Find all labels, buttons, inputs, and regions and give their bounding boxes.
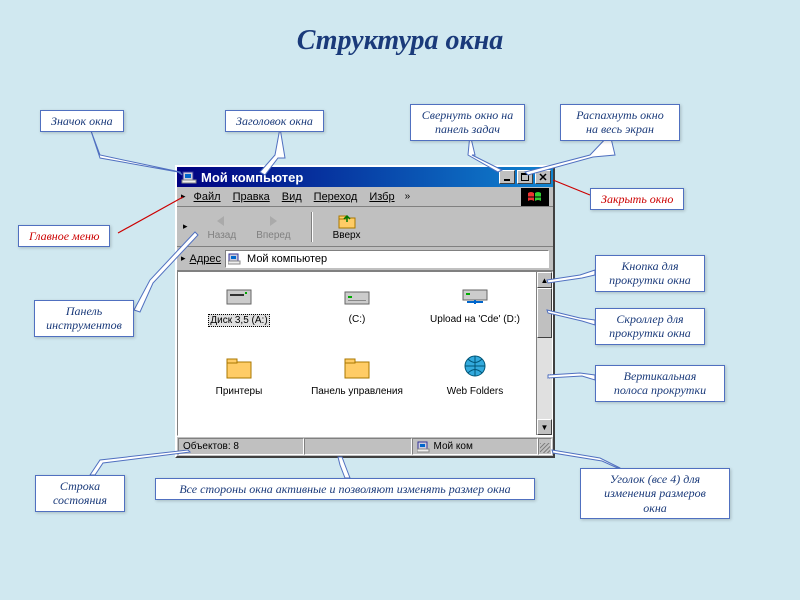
windows-logo-icon: [521, 188, 549, 206]
explorer-window: Мой компьютер ▸ Файл Правка Вид Переход …: [175, 165, 555, 458]
address-label: Адрес: [190, 253, 222, 265]
menu-go[interactable]: Переход: [308, 190, 364, 204]
content-area: Диск 3,5 (A:) (C:) Upload на 'Cde' (D:) …: [177, 271, 553, 436]
callout-scroller: Скроллер для прокрутки окна: [595, 308, 705, 345]
up-button[interactable]: Вверх: [333, 212, 361, 241]
computer-icon: [181, 169, 197, 185]
folder-icon: [341, 352, 373, 384]
page-title: Структура окна: [0, 0, 800, 57]
netdrive-icon: [459, 280, 491, 312]
folder-printers[interactable]: Принтеры: [182, 352, 296, 422]
callout-resize-corner: Уголок (все 4) для изменения размеров ок…: [580, 468, 730, 519]
back-button[interactable]: Назад: [208, 212, 237, 241]
grip-icon: ▸: [183, 221, 188, 232]
addressbar: ▸ Адрес Мой компьютер: [177, 247, 553, 271]
vertical-scrollbar[interactable]: ▲ ▼: [536, 272, 552, 435]
drive-floppy[interactable]: Диск 3,5 (A:): [182, 280, 296, 350]
icon-grid[interactable]: Диск 3,5 (A:) (C:) Upload на 'Cde' (D:) …: [178, 272, 536, 435]
callout-main-menu: Главное меню: [18, 225, 110, 247]
callout-minimize: Свернуть окно на панель задач: [410, 104, 525, 141]
forward-button[interactable]: Вперед: [256, 212, 290, 241]
menu-edit[interactable]: Правка: [227, 190, 276, 204]
statusbar: Объектов: 8 Мой ком: [177, 436, 553, 456]
scroll-thumb[interactable]: [537, 288, 552, 338]
minimize-button[interactable]: [499, 170, 515, 184]
titlebar[interactable]: Мой компьютер: [177, 167, 553, 187]
menubar: ▸ Файл Правка Вид Переход Избр »: [177, 187, 553, 207]
status-location: Мой ком: [412, 438, 538, 455]
scroll-down-button[interactable]: ▼: [537, 419, 552, 435]
grip-icon: ▸: [181, 253, 190, 264]
resize-grip[interactable]: [538, 438, 552, 455]
arrow-left-icon: [212, 212, 232, 230]
computer-icon: [228, 251, 244, 267]
callout-titlebar: Заголовок окна: [225, 110, 324, 132]
folder-icon: [223, 352, 255, 384]
callout-scroll-button: Кнопка для прокрутки окна: [595, 255, 705, 292]
window-title: Мой компьютер: [201, 170, 497, 185]
callout-vscrollbar: Вертикальная полоса прокрутки: [595, 365, 725, 402]
callout-window-icon: Значок окна: [40, 110, 124, 132]
callout-statusbar: Строка состояния: [35, 475, 125, 512]
web-folder-icon: [459, 352, 491, 384]
toolbar: ▸ Назад Вперед Вверх: [177, 207, 553, 247]
status-pane: [304, 438, 411, 455]
callout-toolbar: Панель инструментов: [34, 300, 134, 337]
callout-resize-sides: Все стороны окна активные и позволяют из…: [155, 478, 535, 500]
drive-c[interactable]: (C:): [300, 280, 414, 350]
arrow-right-icon: [263, 212, 283, 230]
floppy-icon: [223, 280, 255, 312]
callout-close: Закрыть окно: [590, 188, 684, 210]
folder-up-icon: [336, 212, 358, 230]
address-combo[interactable]: Мой компьютер: [225, 250, 549, 268]
chevron-right-icon[interactable]: »: [401, 191, 415, 202]
maximize-button[interactable]: [517, 170, 533, 184]
status-objects: Объектов: 8: [178, 438, 304, 455]
address-value: Мой компьютер: [247, 253, 327, 265]
menu-fav[interactable]: Избр: [363, 190, 400, 204]
menu-file[interactable]: Файл: [188, 190, 227, 204]
menu-view[interactable]: Вид: [276, 190, 308, 204]
drive-network[interactable]: Upload на 'Cde' (D:): [418, 280, 532, 350]
callout-maximize: Распахнуть окно на весь экран: [560, 104, 680, 141]
scroll-up-button[interactable]: ▲: [537, 272, 552, 288]
folder-web[interactable]: Web Folders: [418, 352, 532, 422]
hdd-icon: [341, 280, 373, 312]
folder-control-panel[interactable]: Панель управления: [300, 352, 414, 422]
scroll-track[interactable]: [537, 338, 552, 419]
close-button[interactable]: [535, 170, 551, 184]
